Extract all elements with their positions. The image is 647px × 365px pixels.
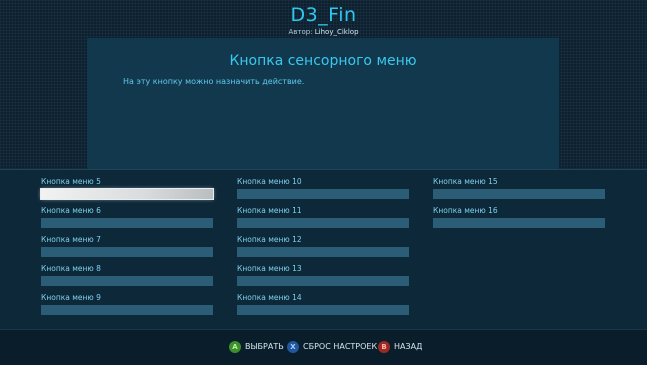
menu-button-10[interactable]: Кнопка меню 10 bbox=[237, 177, 409, 199]
menu-button-bar bbox=[41, 218, 213, 228]
menu-button-bar bbox=[433, 218, 605, 228]
menu-button-8[interactable]: Кнопка меню 8 bbox=[41, 264, 213, 286]
menu-button-label: Кнопка меню 16 bbox=[433, 206, 498, 215]
back-label: НАЗАД bbox=[394, 342, 423, 351]
menu-button-7[interactable]: Кнопка меню 7 bbox=[41, 235, 213, 257]
x-button-icon: X bbox=[287, 341, 299, 353]
panel-title: Кнопка сенсорного меню bbox=[229, 53, 417, 69]
menu-button-6[interactable]: Кнопка меню 6 bbox=[41, 206, 213, 228]
menu-button-bar bbox=[237, 276, 409, 286]
menu-button-label: Кнопка меню 14 bbox=[237, 293, 302, 302]
menu-button-bar bbox=[41, 247, 213, 257]
b-button-icon: B bbox=[378, 341, 390, 353]
select-label: ВЫБРАТЬ bbox=[245, 342, 284, 351]
menu-button-label: Кнопка меню 7 bbox=[41, 235, 101, 244]
menu-button-label: Кнопка меню 9 bbox=[41, 293, 101, 302]
menu-button-5[interactable]: Кнопка меню 5 bbox=[41, 177, 213, 199]
menu-button-11[interactable]: Кнопка меню 11 bbox=[237, 206, 409, 228]
description-panel: Кнопка сенсорного меню На эту кнопку мож… bbox=[87, 38, 559, 169]
menu-button-bar bbox=[41, 189, 213, 199]
menu-button-bar bbox=[237, 247, 409, 257]
header: D3_Fin Автор: Lihoy_Ciklop bbox=[0, 0, 647, 36]
menu-button-9[interactable]: Кнопка меню 9 bbox=[41, 293, 213, 315]
menu-button-bar bbox=[237, 218, 409, 228]
footer-hints: A ВЫБРАТЬ X СБРОС НАСТРОЕК B НАЗАД bbox=[0, 329, 647, 365]
menu-button-bar bbox=[237, 305, 409, 315]
menu-button-16[interactable]: Кнопка меню 16 bbox=[433, 206, 605, 228]
menu-button-label: Кнопка меню 12 bbox=[237, 235, 302, 244]
menu-button-12[interactable]: Кнопка меню 12 bbox=[237, 235, 409, 257]
menu-button-label: Кнопка меню 8 bbox=[41, 264, 101, 273]
a-button-icon: A bbox=[229, 341, 241, 353]
author-line: Автор: Lihoy_Ciklop bbox=[0, 27, 647, 37]
back-hint[interactable]: B НАЗАД bbox=[378, 341, 422, 353]
menu-button-label: Кнопка меню 5 bbox=[41, 177, 101, 186]
menu-button-13[interactable]: Кнопка меню 13 bbox=[237, 264, 409, 286]
menu-button-label: Кнопка меню 15 bbox=[433, 177, 498, 186]
menu-button-bar bbox=[237, 189, 409, 199]
menu-button-15[interactable]: Кнопка меню 15 bbox=[433, 177, 605, 199]
menu-button-label: Кнопка меню 11 bbox=[237, 206, 302, 215]
menu-button-label: Кнопка меню 13 bbox=[237, 264, 302, 273]
reset-label: СБРОС НАСТРОЕК bbox=[303, 342, 378, 351]
select-hint[interactable]: A ВЫБРАТЬ bbox=[229, 341, 284, 353]
menu-button-bar bbox=[41, 305, 213, 315]
menu-button-bar bbox=[433, 189, 605, 199]
menu-button-label: Кнопка меню 10 bbox=[237, 177, 302, 186]
menu-button-bar bbox=[41, 276, 213, 286]
menu-button-label: Кнопка меню 6 bbox=[41, 206, 101, 215]
menu-button-grid: Кнопка меню 5 Кнопка меню 6 Кнопка меню … bbox=[0, 169, 647, 330]
author-name: Lihoy_Ciklop bbox=[314, 28, 359, 36]
panel-description: На эту кнопку можно назначить действие. bbox=[123, 77, 305, 86]
page-title: D3_Fin bbox=[290, 4, 357, 26]
reset-hint[interactable]: X СБРОС НАСТРОЕК bbox=[287, 341, 377, 353]
menu-button-14[interactable]: Кнопка меню 14 bbox=[237, 293, 409, 315]
author-prefix: Автор: bbox=[288, 28, 313, 36]
